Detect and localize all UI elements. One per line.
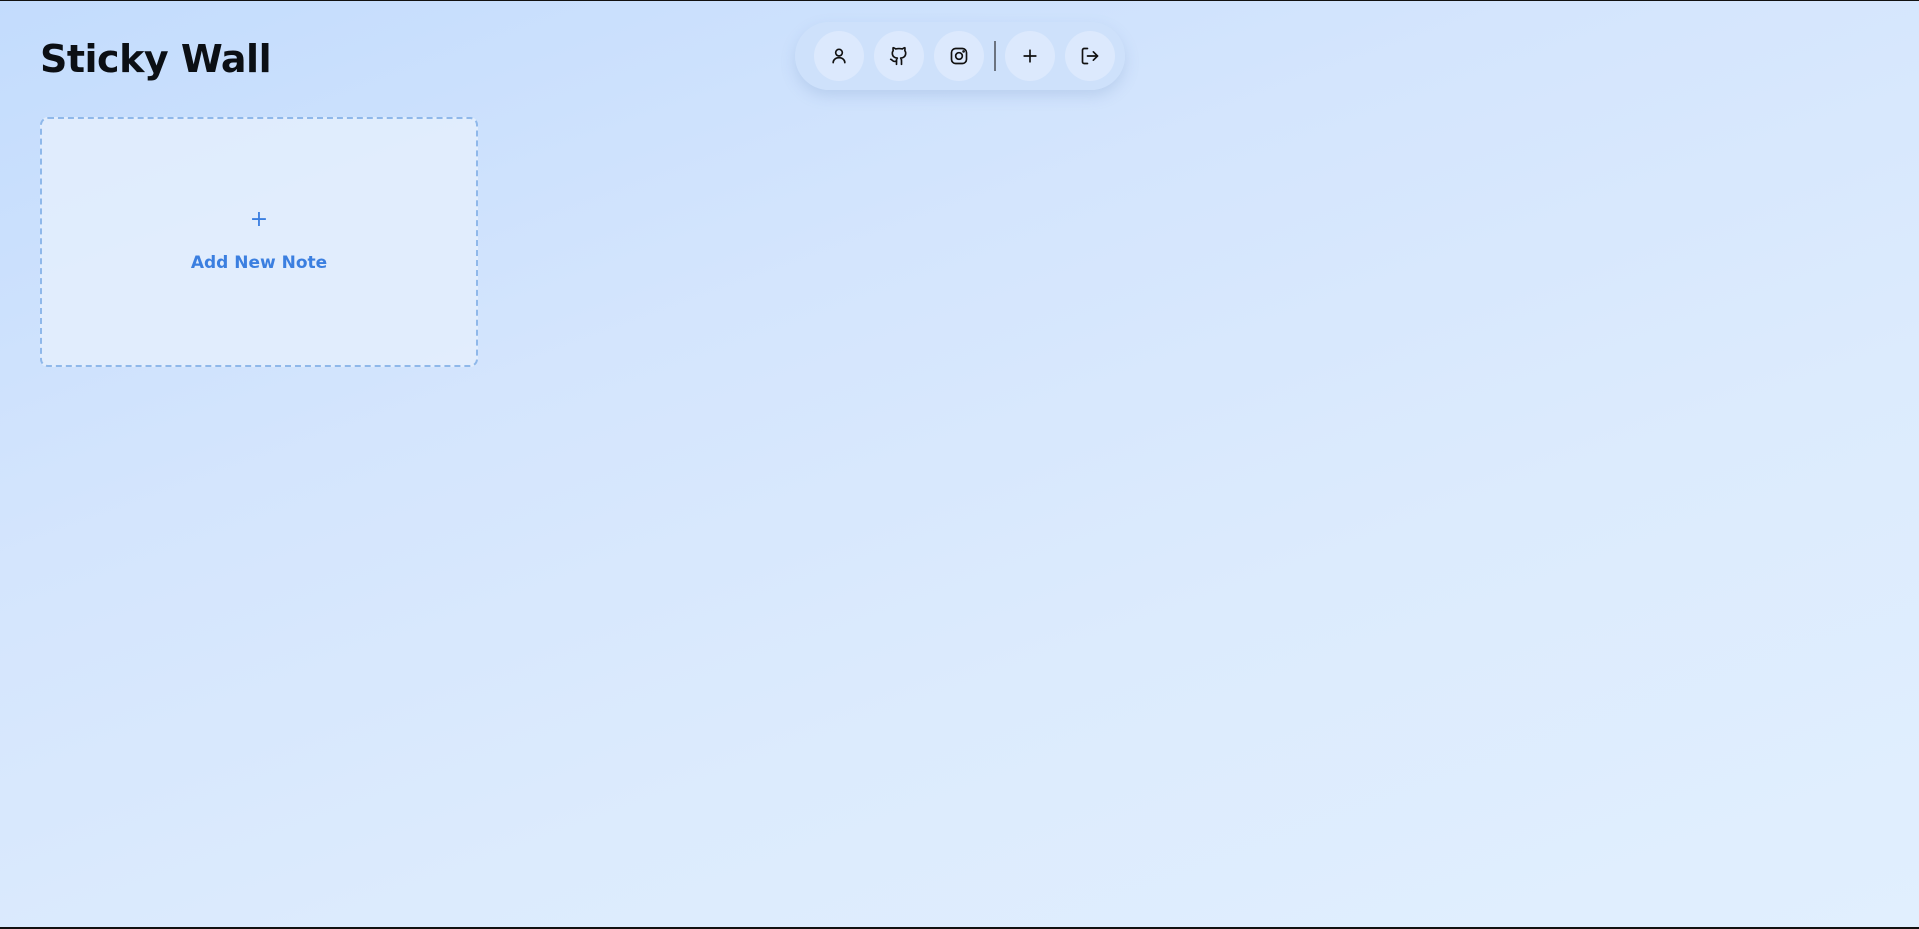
add-note-toolbar-button[interactable] (1005, 31, 1055, 81)
instagram-icon (950, 47, 968, 65)
github-button[interactable] (874, 31, 924, 81)
page-title: Sticky Wall (40, 37, 272, 81)
toolbar-divider (994, 41, 996, 71)
floating-toolbar (795, 22, 1125, 90)
user-icon (832, 48, 846, 64)
github-icon (889, 46, 907, 66)
plus-icon: + (249, 207, 269, 232)
logout-icon (1081, 47, 1099, 65)
sticky-wall-page: Sticky Wall + Add New Note (0, 1, 1919, 927)
logout-button[interactable] (1065, 31, 1115, 81)
instagram-button[interactable] (934, 31, 984, 81)
plus-icon (1023, 49, 1037, 63)
add-new-note-card[interactable]: + Add New Note (40, 117, 478, 367)
profile-button[interactable] (814, 31, 864, 81)
add-new-note-label: Add New Note (190, 253, 328, 273)
